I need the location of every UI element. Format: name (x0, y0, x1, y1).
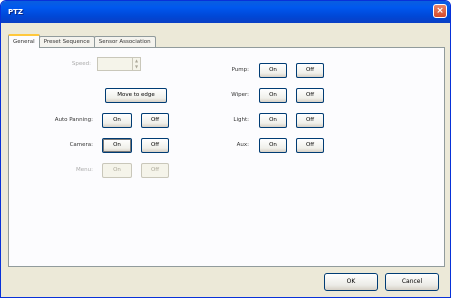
camera-label: Camera: (69, 142, 93, 148)
auto-panning-off-button[interactable]: Off (141, 113, 169, 128)
speed-label: Speed: (71, 61, 91, 67)
move-to-edge-button[interactable]: Move to edge (105, 88, 167, 103)
aux-off-button[interactable]: Off (296, 138, 324, 153)
auto-panning-label: Auto Panning: (54, 117, 93, 123)
camera-on-button[interactable]: On (102, 138, 132, 153)
title-bar[interactable]: PTZ × (1, 1, 450, 23)
menu-off-button[interactable]: Off (141, 163, 169, 178)
cancel-button[interactable]: Cancel (385, 273, 439, 291)
speed-spinner[interactable]: ▲ ▼ (97, 57, 141, 71)
general-panel (8, 47, 445, 267)
wiper-label: Wiper: (231, 92, 249, 98)
light-label: Light: (233, 117, 249, 123)
light-on-button[interactable]: On (259, 113, 287, 128)
ok-button[interactable]: OK (324, 273, 378, 291)
pump-off-button[interactable]: Off (296, 63, 324, 78)
tab-general[interactable]: General (8, 34, 40, 48)
tab-strip: General Preset Sequence Sensor Associati… (8, 34, 156, 48)
window-title: PTZ (8, 8, 23, 16)
pump-label: Pump: (231, 67, 249, 73)
aux-label: Aux: (236, 142, 249, 148)
close-icon[interactable]: × (433, 4, 447, 18)
speed-spinner-arrows[interactable]: ▲ ▼ (132, 58, 140, 70)
pump-on-button[interactable]: On (259, 63, 287, 78)
ptz-dialog: PTZ × General Preset Sequence Sensor Ass… (0, 0, 451, 298)
wiper-on-button[interactable]: On (259, 88, 287, 103)
spin-down-icon[interactable]: ▼ (133, 64, 140, 70)
menu-label: Menu: (76, 167, 93, 173)
auto-panning-on-button[interactable]: On (102, 113, 132, 128)
wiper-off-button[interactable]: Off (296, 88, 324, 103)
camera-off-button[interactable]: Off (141, 138, 169, 153)
light-off-button[interactable]: Off (296, 113, 324, 128)
aux-on-button[interactable]: On (259, 138, 287, 153)
menu-on-button[interactable]: On (102, 163, 132, 178)
